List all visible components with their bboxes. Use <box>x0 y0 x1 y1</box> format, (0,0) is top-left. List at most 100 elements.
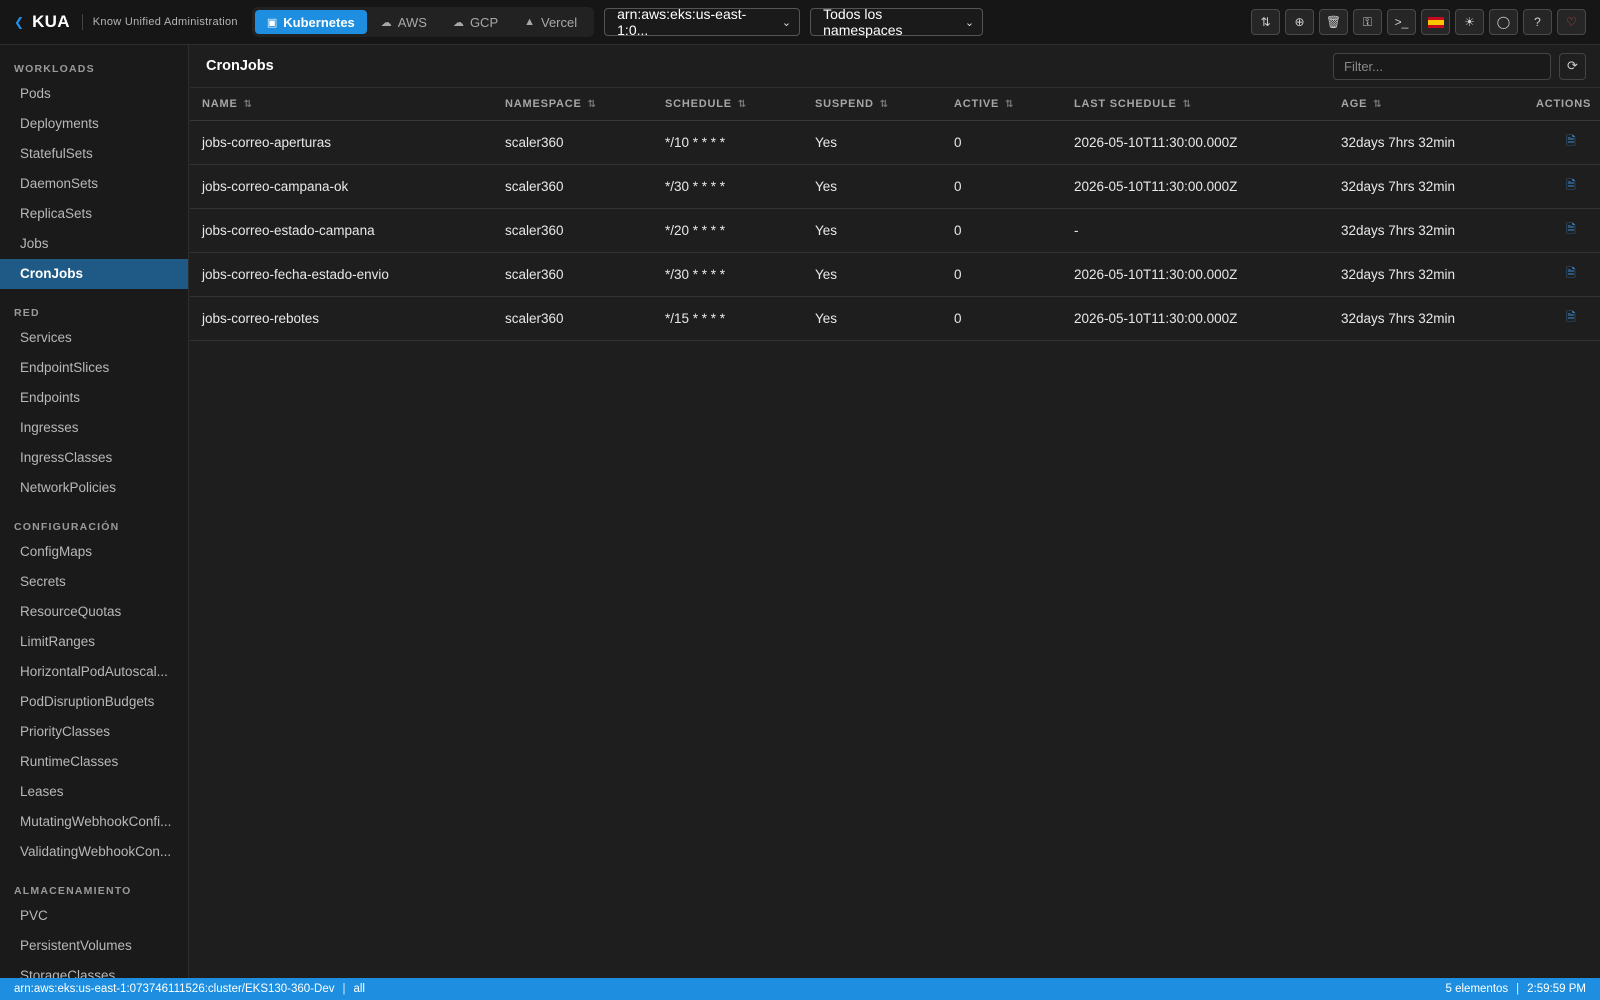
table-row[interactable]: jobs-correo-fecha-estado-envio scaler360… <box>190 252 1600 296</box>
tab-label: Vercel <box>541 14 578 30</box>
sidebar-item-replicasets[interactable]: ReplicaSets <box>0 199 188 229</box>
table-row[interactable]: jobs-correo-estado-campana scaler360 */2… <box>190 208 1600 252</box>
cronjobs-table: NAME ⇅ NAMESPACE ⇅ SCHEDULE ⇅ SUSPEND ⇅ ACTI… <box>190 88 1600 341</box>
cell-actions: 🗎 <box>1524 252 1600 296</box>
add-icon[interactable]: ⊕ <box>1285 9 1314 35</box>
view-yaml-icon[interactable]: 🗎 <box>1566 220 1576 241</box>
column-header-schedule[interactable]: SCHEDULE ⇅ <box>653 88 803 120</box>
view-yaml-icon[interactable]: 🗎 <box>1566 264 1576 285</box>
status-divider: | <box>1516 983 1520 995</box>
sidebar-item-networkpolicies[interactable]: NetworkPolicies <box>0 473 188 503</box>
sidebar-item-pvc[interactable]: PVC <box>0 901 188 931</box>
sidebar-item-runtimeclasses[interactable]: RuntimeClasses <box>0 747 188 777</box>
cell-actions: 🗎 <box>1524 120 1600 164</box>
sidebar-item-services[interactable]: Services <box>0 323 188 353</box>
sidebar-item-cronjobs[interactable]: CronJobs <box>0 259 188 289</box>
help-icon[interactable]: ? <box>1523 9 1552 35</box>
sidebar-item-jobs[interactable]: Jobs <box>0 229 188 259</box>
sidebar-item-ingressclasses[interactable]: IngressClasses <box>0 443 188 473</box>
namespace-select[interactable]: Todos los namespaces ⌄ <box>810 6 984 38</box>
cell-suspend: Yes <box>815 134 838 150</box>
cell-name: jobs-correo-estado-campana <box>202 222 375 238</box>
tab-label: Kubernetes <box>283 14 355 30</box>
table-header-row: NAME ⇅ NAMESPACE ⇅ SCHEDULE ⇅ SUSPEND ⇅ ACTI… <box>190 88 1600 120</box>
kua-logo-icon: ❮ <box>14 15 25 29</box>
cell-active: 0 <box>954 266 962 282</box>
chevron-down-icon: ⌄ <box>964 16 975 29</box>
sidebar-item-storageclasses[interactable]: StorageClasses <box>0 961 188 978</box>
sidebar-item-priorityclasses[interactable]: PriorityClasses <box>0 717 188 747</box>
main-header: CronJobs ⟳ <box>190 45 1600 88</box>
cell-name: jobs-correo-fecha-estado-envio <box>202 266 389 282</box>
delete-icon[interactable]: 🗑 <box>1319 9 1348 35</box>
sidebar-section-configuracion: CONFIGURACIÓN <box>14 521 120 533</box>
status-cluster: arn:aws:eks:us-east-1:073746111526:clust… <box>14 983 335 995</box>
brand: ❮ KUA Know Unified Administration <box>14 12 238 32</box>
sidebar-item-mutatingwebhookconfigurations[interactable]: MutatingWebhookConfi... <box>0 807 188 837</box>
view-yaml-icon[interactable]: 🗎 <box>1566 132 1576 153</box>
cell-last-schedule: 2026-05-10T11:30:00.000Z <box>1074 134 1238 150</box>
port-forward-icon[interactable]: ⇅ <box>1251 9 1280 35</box>
status-namespace: all <box>353 983 365 995</box>
cell-active: 0 <box>954 310 962 326</box>
filter-input[interactable] <box>1333 52 1551 80</box>
theme-sun-icon[interactable]: ☀ <box>1455 9 1484 35</box>
terminal-icon[interactable]: >_ <box>1387 9 1416 35</box>
cell-age: 32days 7hrs 32min <box>1341 178 1456 194</box>
provider-tabs: ▣ Kubernetes ☁ AWS ☁ GCP ▲ Vercel <box>251 7 595 37</box>
column-header-age[interactable]: AGE ⇅ <box>1329 88 1524 120</box>
table-row[interactable]: jobs-correo-campana-ok scaler360 */30 * … <box>190 164 1600 208</box>
sidebar-item-endpointslices[interactable]: EndpointSlices <box>0 353 188 383</box>
cell-last-schedule: 2026-05-10T11:30:00.000Z <box>1074 178 1238 194</box>
sidebar-item-leases[interactable]: Leases <box>0 777 188 807</box>
status-count: 5 elementos <box>1445 983 1509 995</box>
column-header-name[interactable]: NAME ⇅ <box>190 88 493 120</box>
column-header-last-schedule[interactable]: LAST SCHEDULE ⇅ <box>1062 88 1329 120</box>
sidebar-item-persistentvolumes[interactable]: PersistentVolumes <box>0 931 188 961</box>
sidebar-item-limitranges[interactable]: LimitRanges <box>0 627 188 657</box>
status-time: 2:59:59 PM <box>1527 983 1586 995</box>
column-header-namespace[interactable]: NAMESPACE ⇅ <box>493 88 653 120</box>
spain-flag-icon[interactable] <box>1421 9 1450 35</box>
cell-name: jobs-correo-rebotes <box>202 310 320 326</box>
cluster-select[interactable]: arn:aws:eks:us-east-1:0... ⌄ <box>604 6 801 38</box>
sort-icon: ⇅ <box>1005 98 1015 110</box>
sidebar-item-ingresses[interactable]: Ingresses <box>0 413 188 443</box>
tab-label: GCP <box>469 14 499 30</box>
cell-name: jobs-correo-aperturas <box>202 134 332 150</box>
table-row[interactable]: jobs-correo-aperturas scaler360 */10 * *… <box>190 120 1600 164</box>
sidebar-item-hpa[interactable]: HorizontalPodAutoscal... <box>0 657 188 687</box>
cube-icon: ▣ <box>266 16 278 29</box>
top-bar: ❮ KUA Know Unified Administration ▣ Kube… <box>0 0 1600 45</box>
cell-active: 0 <box>954 178 962 194</box>
sidebar-item-configmaps[interactable]: ConfigMaps <box>0 537 188 567</box>
cell-schedule: */10 * * * * <box>665 134 726 150</box>
refresh-button[interactable]: ⟳ <box>1559 52 1586 80</box>
sidebar-item-pods[interactable]: Pods <box>0 79 188 109</box>
sidebar: WORKLOADS Pods Deployments StatefulSets … <box>0 45 189 978</box>
sidebar-item-statefulsets[interactable]: StatefulSets <box>0 139 188 169</box>
sidebar-item-secrets[interactable]: Secrets <box>0 567 188 597</box>
heart-icon[interactable]: ♡ <box>1557 9 1586 35</box>
view-yaml-icon[interactable]: 🗎 <box>1566 176 1576 197</box>
sort-icon: ⇅ <box>737 98 748 110</box>
sidebar-item-daemonsets[interactable]: DaemonSets <box>0 169 188 199</box>
table-row[interactable]: jobs-correo-rebotes scaler360 */15 * * *… <box>190 296 1600 340</box>
column-header-active[interactable]: ACTIVE ⇅ <box>942 88 1062 120</box>
tab-vercel[interactable]: ▲ Vercel <box>512 10 589 34</box>
column-header-suspend[interactable]: SUSPEND ⇅ <box>803 88 942 120</box>
tab-gcp[interactable]: ☁ GCP <box>441 10 510 34</box>
sidebar-item-validatingwebhookconfigurations[interactable]: ValidatingWebhookCon... <box>0 837 188 867</box>
sidebar-item-poddisruptionbudgets[interactable]: PodDisruptionBudgets <box>0 687 188 717</box>
sidebar-item-deployments[interactable]: Deployments <box>0 109 188 139</box>
cell-schedule: */30 * * * * <box>665 178 726 194</box>
sidebar-item-resourcequotas[interactable]: ResourceQuotas <box>0 597 188 627</box>
sidebar-section-red: RED <box>14 307 40 319</box>
tab-aws[interactable]: ☁ AWS <box>369 10 439 34</box>
key-icon[interactable]: ⚿ <box>1353 9 1382 35</box>
tab-kubernetes[interactable]: ▣ Kubernetes <box>254 10 367 34</box>
shield-icon[interactable]: ◯ <box>1489 9 1518 35</box>
cell-last-schedule: 2026-05-10T11:30:00.000Z <box>1074 310 1238 326</box>
view-yaml-icon[interactable]: 🗎 <box>1566 308 1576 329</box>
sidebar-item-endpoints[interactable]: Endpoints <box>0 383 188 413</box>
